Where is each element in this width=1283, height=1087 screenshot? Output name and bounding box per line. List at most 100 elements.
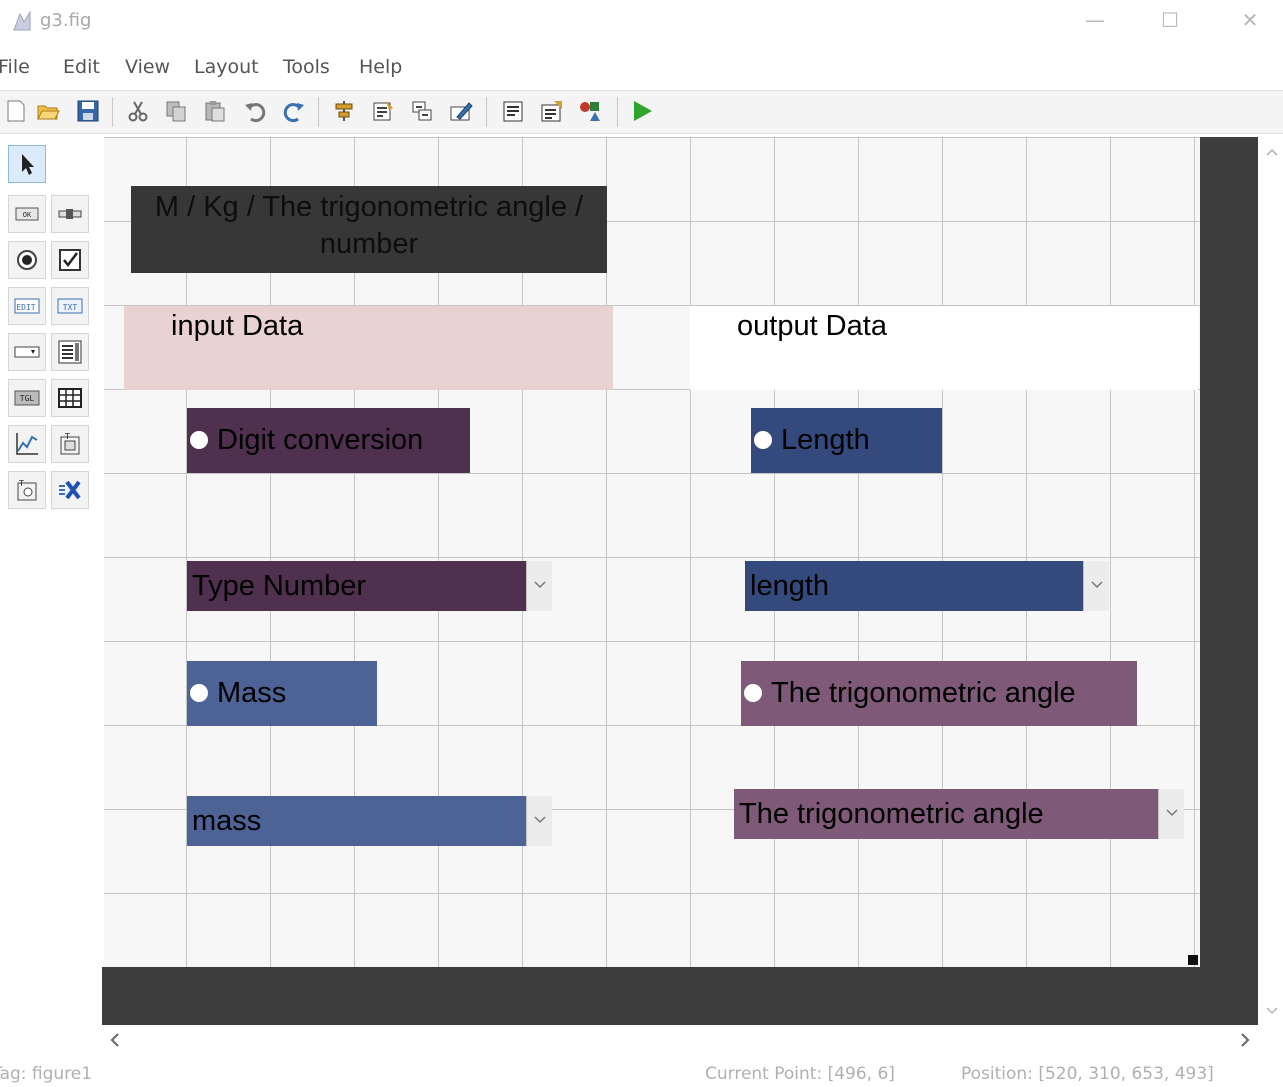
edit-text-icon: EDIT bbox=[14, 298, 40, 314]
chevron-down-icon bbox=[534, 816, 546, 824]
new-file-icon[interactable] bbox=[4, 99, 28, 123]
activex-icon bbox=[59, 480, 81, 500]
status-tag: Tag: figure1 bbox=[0, 1064, 93, 1084]
scroll-left-icon[interactable] bbox=[108, 1032, 122, 1048]
output-data-panel[interactable]: output Data bbox=[690, 306, 1198, 390]
radio-circle-icon bbox=[190, 431, 208, 449]
trigonometric-angle-label: The trigonometric angle bbox=[771, 677, 1076, 709]
pushbutton-tool-button[interactable]: OK bbox=[8, 195, 46, 233]
slider-tool-button[interactable] bbox=[51, 195, 89, 233]
figure-outside-area-bottom bbox=[102, 967, 1258, 1025]
length-popup[interactable]: length bbox=[745, 561, 1109, 611]
input-data-panel[interactable]: input Data bbox=[124, 306, 613, 390]
popup-menu-tool-button[interactable] bbox=[8, 333, 46, 371]
listbox-tool-button[interactable] bbox=[51, 333, 89, 371]
popup-menu-icon bbox=[14, 346, 40, 358]
length-radio[interactable]: Length bbox=[751, 408, 942, 473]
edit-text-tool-button[interactable]: EDIT bbox=[8, 287, 46, 325]
figure-resize-handle[interactable] bbox=[1188, 955, 1198, 965]
undo-icon[interactable] bbox=[243, 99, 267, 123]
scroll-right-icon[interactable] bbox=[1238, 1032, 1252, 1048]
maximize-button[interactable]: ☐ bbox=[1160, 10, 1180, 30]
radio-button-icon bbox=[17, 250, 37, 270]
svg-text:T: T bbox=[18, 479, 24, 488]
length-label: Length bbox=[781, 424, 870, 456]
static-text-icon: TXT bbox=[57, 298, 83, 314]
chevron-down-icon bbox=[1166, 809, 1178, 817]
paste-icon[interactable] bbox=[203, 99, 227, 123]
mass-radio[interactable]: Mass bbox=[187, 661, 377, 726]
menu-edit[interactable]: Edit bbox=[63, 56, 100, 78]
button-group-tool-button[interactable]: T bbox=[8, 471, 46, 509]
copy-icon[interactable] bbox=[164, 99, 188, 123]
minimize-button[interactable]: — bbox=[1085, 10, 1105, 30]
menu-layout[interactable]: Layout bbox=[194, 56, 259, 78]
object-browser-icon[interactable] bbox=[540, 99, 564, 123]
svg-text:TXT: TXT bbox=[63, 303, 78, 312]
figure-outside-area-right bbox=[1200, 137, 1258, 1025]
editor-icon[interactable] bbox=[449, 99, 473, 123]
title-text-panel[interactable]: M / Kg / The trigonometric angle / numbe… bbox=[131, 186, 607, 273]
chevron-down-icon bbox=[534, 581, 546, 589]
pointer-icon bbox=[22, 154, 34, 175]
toolbar-separator bbox=[112, 97, 113, 127]
menu-view[interactable]: View bbox=[125, 56, 170, 78]
svg-text:OK: OK bbox=[23, 211, 32, 219]
close-button[interactable]: ✕ bbox=[1240, 10, 1260, 30]
radio-circle-icon bbox=[754, 431, 772, 449]
trigonometric-angle-popup[interactable]: The trigonometric angle bbox=[734, 789, 1184, 839]
panel-icon: T bbox=[60, 432, 80, 455]
activex-tool-button[interactable] bbox=[51, 471, 89, 509]
panel-tool-button[interactable]: T bbox=[51, 425, 89, 463]
save-icon[interactable] bbox=[76, 99, 100, 123]
tab-order-editor-icon[interactable] bbox=[410, 99, 434, 123]
radio-circle-icon bbox=[190, 684, 208, 702]
component-palette: OK EDIT TXT TGL T T bbox=[0, 137, 100, 537]
scroll-up-icon[interactable] bbox=[1265, 146, 1279, 158]
popup-arrow[interactable] bbox=[1158, 789, 1184, 839]
button-group-icon: T bbox=[17, 479, 37, 501]
toggle-tool-button[interactable]: TGL bbox=[8, 379, 46, 417]
chevron-down-icon bbox=[1091, 581, 1103, 589]
ok-button-icon: OK bbox=[15, 207, 39, 221]
popup-arrow[interactable] bbox=[1083, 561, 1109, 611]
checkbox-tool-button[interactable] bbox=[51, 241, 89, 279]
digit-conversion-radio[interactable]: Digit conversion bbox=[187, 408, 470, 473]
redo-icon[interactable] bbox=[282, 99, 306, 123]
align-objects-icon[interactable] bbox=[332, 99, 356, 123]
toolbar-separator bbox=[318, 97, 319, 127]
matlab-figure-icon bbox=[13, 10, 31, 31]
trigonometric-angle-radio[interactable]: The trigonometric angle bbox=[741, 661, 1137, 726]
trigonometric-angle-value: The trigonometric angle bbox=[739, 798, 1044, 830]
shapes-icon[interactable] bbox=[578, 99, 602, 123]
type-number-popup[interactable]: Type Number bbox=[187, 561, 552, 611]
popup-arrow[interactable] bbox=[526, 561, 552, 611]
popup-arrow[interactable] bbox=[526, 796, 552, 846]
select-tool-button[interactable] bbox=[8, 145, 46, 183]
menu-help[interactable]: Help bbox=[359, 56, 402, 78]
menu-tools[interactable]: Tools bbox=[283, 56, 330, 78]
static-text-tool-button[interactable]: TXT bbox=[51, 287, 89, 325]
open-folder-icon[interactable] bbox=[36, 99, 60, 123]
title-bar: g3.fig — ☐ ✕ bbox=[0, 0, 1283, 46]
scroll-down-icon[interactable] bbox=[1265, 1005, 1279, 1017]
window-title: g3.fig bbox=[40, 10, 92, 31]
menu-editor-icon[interactable] bbox=[371, 99, 395, 123]
mass-popup[interactable]: mass bbox=[187, 796, 552, 846]
status-position: Position: [520, 310, 653, 493] bbox=[961, 1064, 1214, 1084]
mass-label: Mass bbox=[217, 677, 287, 709]
property-inspector-icon[interactable] bbox=[501, 99, 525, 123]
table-icon bbox=[58, 388, 82, 408]
output-data-label: output Data bbox=[737, 310, 887, 342]
toolbar-separator bbox=[617, 97, 618, 127]
cut-icon[interactable] bbox=[126, 99, 150, 123]
digit-conversion-label: Digit conversion bbox=[217, 424, 424, 456]
menu-file[interactable]: File bbox=[0, 56, 30, 78]
toolbar bbox=[0, 90, 1283, 134]
table-tool-button[interactable] bbox=[51, 379, 89, 417]
axes-tool-button[interactable] bbox=[8, 425, 46, 463]
radio-circle-icon bbox=[744, 684, 762, 702]
slider-icon bbox=[58, 209, 82, 219]
run-icon[interactable] bbox=[630, 99, 654, 123]
radio-tool-button[interactable] bbox=[8, 241, 46, 279]
